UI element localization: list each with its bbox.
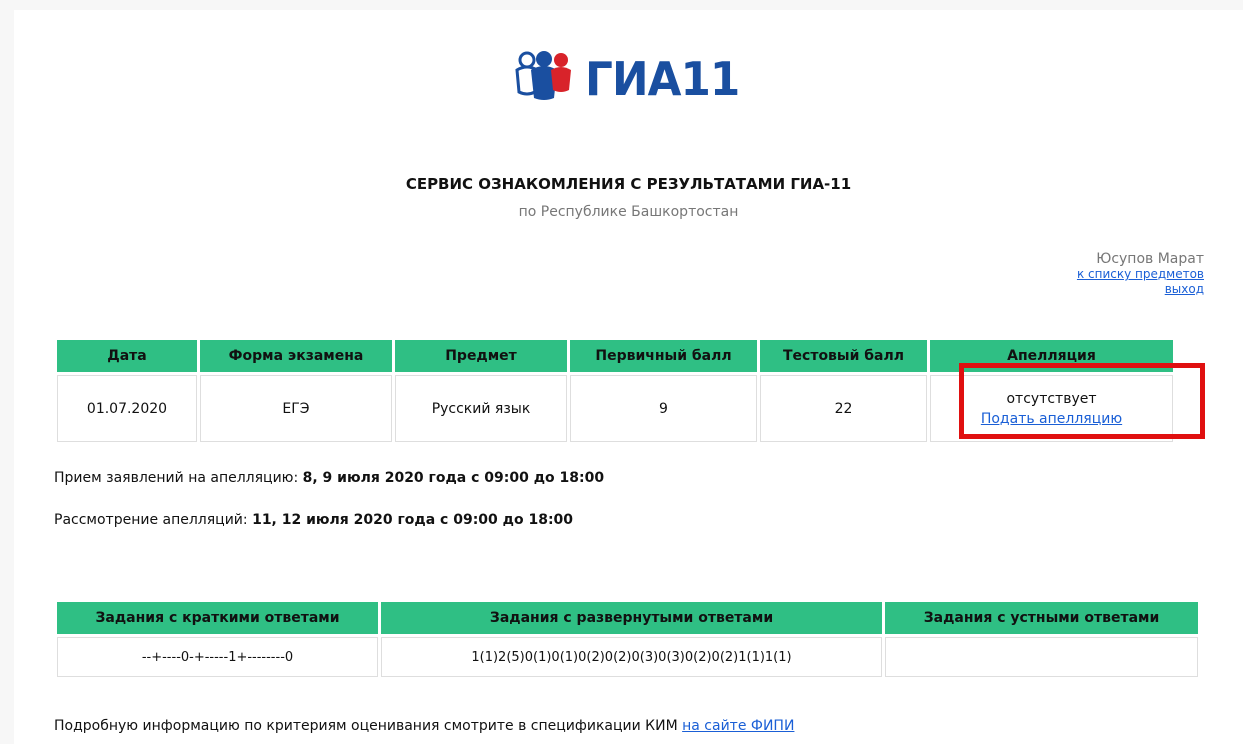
user-name: Юсупов Марат [1096,251,1204,267]
people-logo-icon [515,51,572,100]
appeal-reception-value: 8, 9 июля 2020 года с 09:00 до 18:00 [302,470,605,486]
header-date: Дата [57,340,197,372]
results-table: Дата Форма экзамена Предмет Первичный ба… [54,337,1176,445]
appeal-review-info: Рассмотрение апелляций: 11, 12 июля 2020… [54,512,573,528]
footer-note: Подробную информацию по критериям оценив… [54,718,794,734]
header-extended-tasks: Задания с развернутыми ответами [381,602,882,634]
appeal-status: отсутствует [1006,390,1097,407]
header-test-score: Тестовый балл [760,340,927,372]
appeal-reception-info: Прием заявлений на апелляцию: 8, 9 июля … [54,470,604,486]
cell-short-answers: --+----0-+-----1+--------0 [57,637,378,677]
submit-appeal-link[interactable]: Подать апелляцию [931,409,1172,429]
fipi-link[interactable]: на сайте ФИПИ [682,718,794,734]
tasks-header-row: Задания с краткими ответами Задания с ра… [57,602,1198,634]
header-short-tasks: Задания с краткими ответами [57,602,378,634]
cell-appeal: отсутствует Подать апелляцию [930,375,1173,442]
header-oral-tasks: Задания с устными ответами [885,602,1198,634]
cell-test-score: 22 [760,375,927,442]
appeal-reception-label: Прием заявлений на апелляцию: [54,470,303,486]
cell-primary-score: 9 [570,375,757,442]
cell-exam-form: ЕГЭ [200,375,392,442]
header-exam-form: Форма экзамена [200,340,392,372]
tasks-table: Задания с краткими ответами Задания с ра… [54,599,1201,680]
subjects-list-link[interactable]: к списку предметов [1077,267,1204,282]
results-header-row: Дата Форма экзамена Предмет Первичный ба… [57,340,1173,372]
page: ГИА11 СЕРВИС ОЗНАКОМЛЕНИЯ С РЕЗУЛЬТАТАМИ… [14,10,1243,744]
cell-oral-answers [885,637,1198,677]
table-row: --+----0-+-----1+--------0 1(1)2(5)0(1)0… [57,637,1198,677]
appeal-review-value: 11, 12 июля 2020 года с 09:00 до 18:00 [252,512,574,528]
footer-text: Подробную информацию по критериям оценив… [54,718,683,734]
table-row: 01.07.2020 ЕГЭ Русский язык 9 22 отсутст… [57,375,1173,442]
appeal-review-label: Рассмотрение апелляций: [54,512,253,528]
cell-extended-answers: 1(1)2(5)0(1)0(1)0(2)0(2)0(3)0(3)0(2)0(2)… [381,637,882,677]
page-subtitle: по Республике Башкортостан [518,204,739,220]
cell-subject: Русский язык [395,375,567,442]
logo-text: ГИА11 [585,52,740,106]
header-subject: Предмет [395,340,567,372]
logo: ГИА11 [14,46,1243,106]
cell-date: 01.07.2020 [57,375,197,442]
header-appeal: Апелляция [930,340,1173,372]
logout-link[interactable]: выход [1077,282,1204,297]
page-title: СЕРВИС ОЗНАКОМЛЕНИЯ С РЕЗУЛЬТАТАМИ ГИА-1… [405,175,852,193]
user-box: Юсупов Марат к списку предметов выход [1077,252,1204,297]
header-primary-score: Первичный балл [570,340,757,372]
